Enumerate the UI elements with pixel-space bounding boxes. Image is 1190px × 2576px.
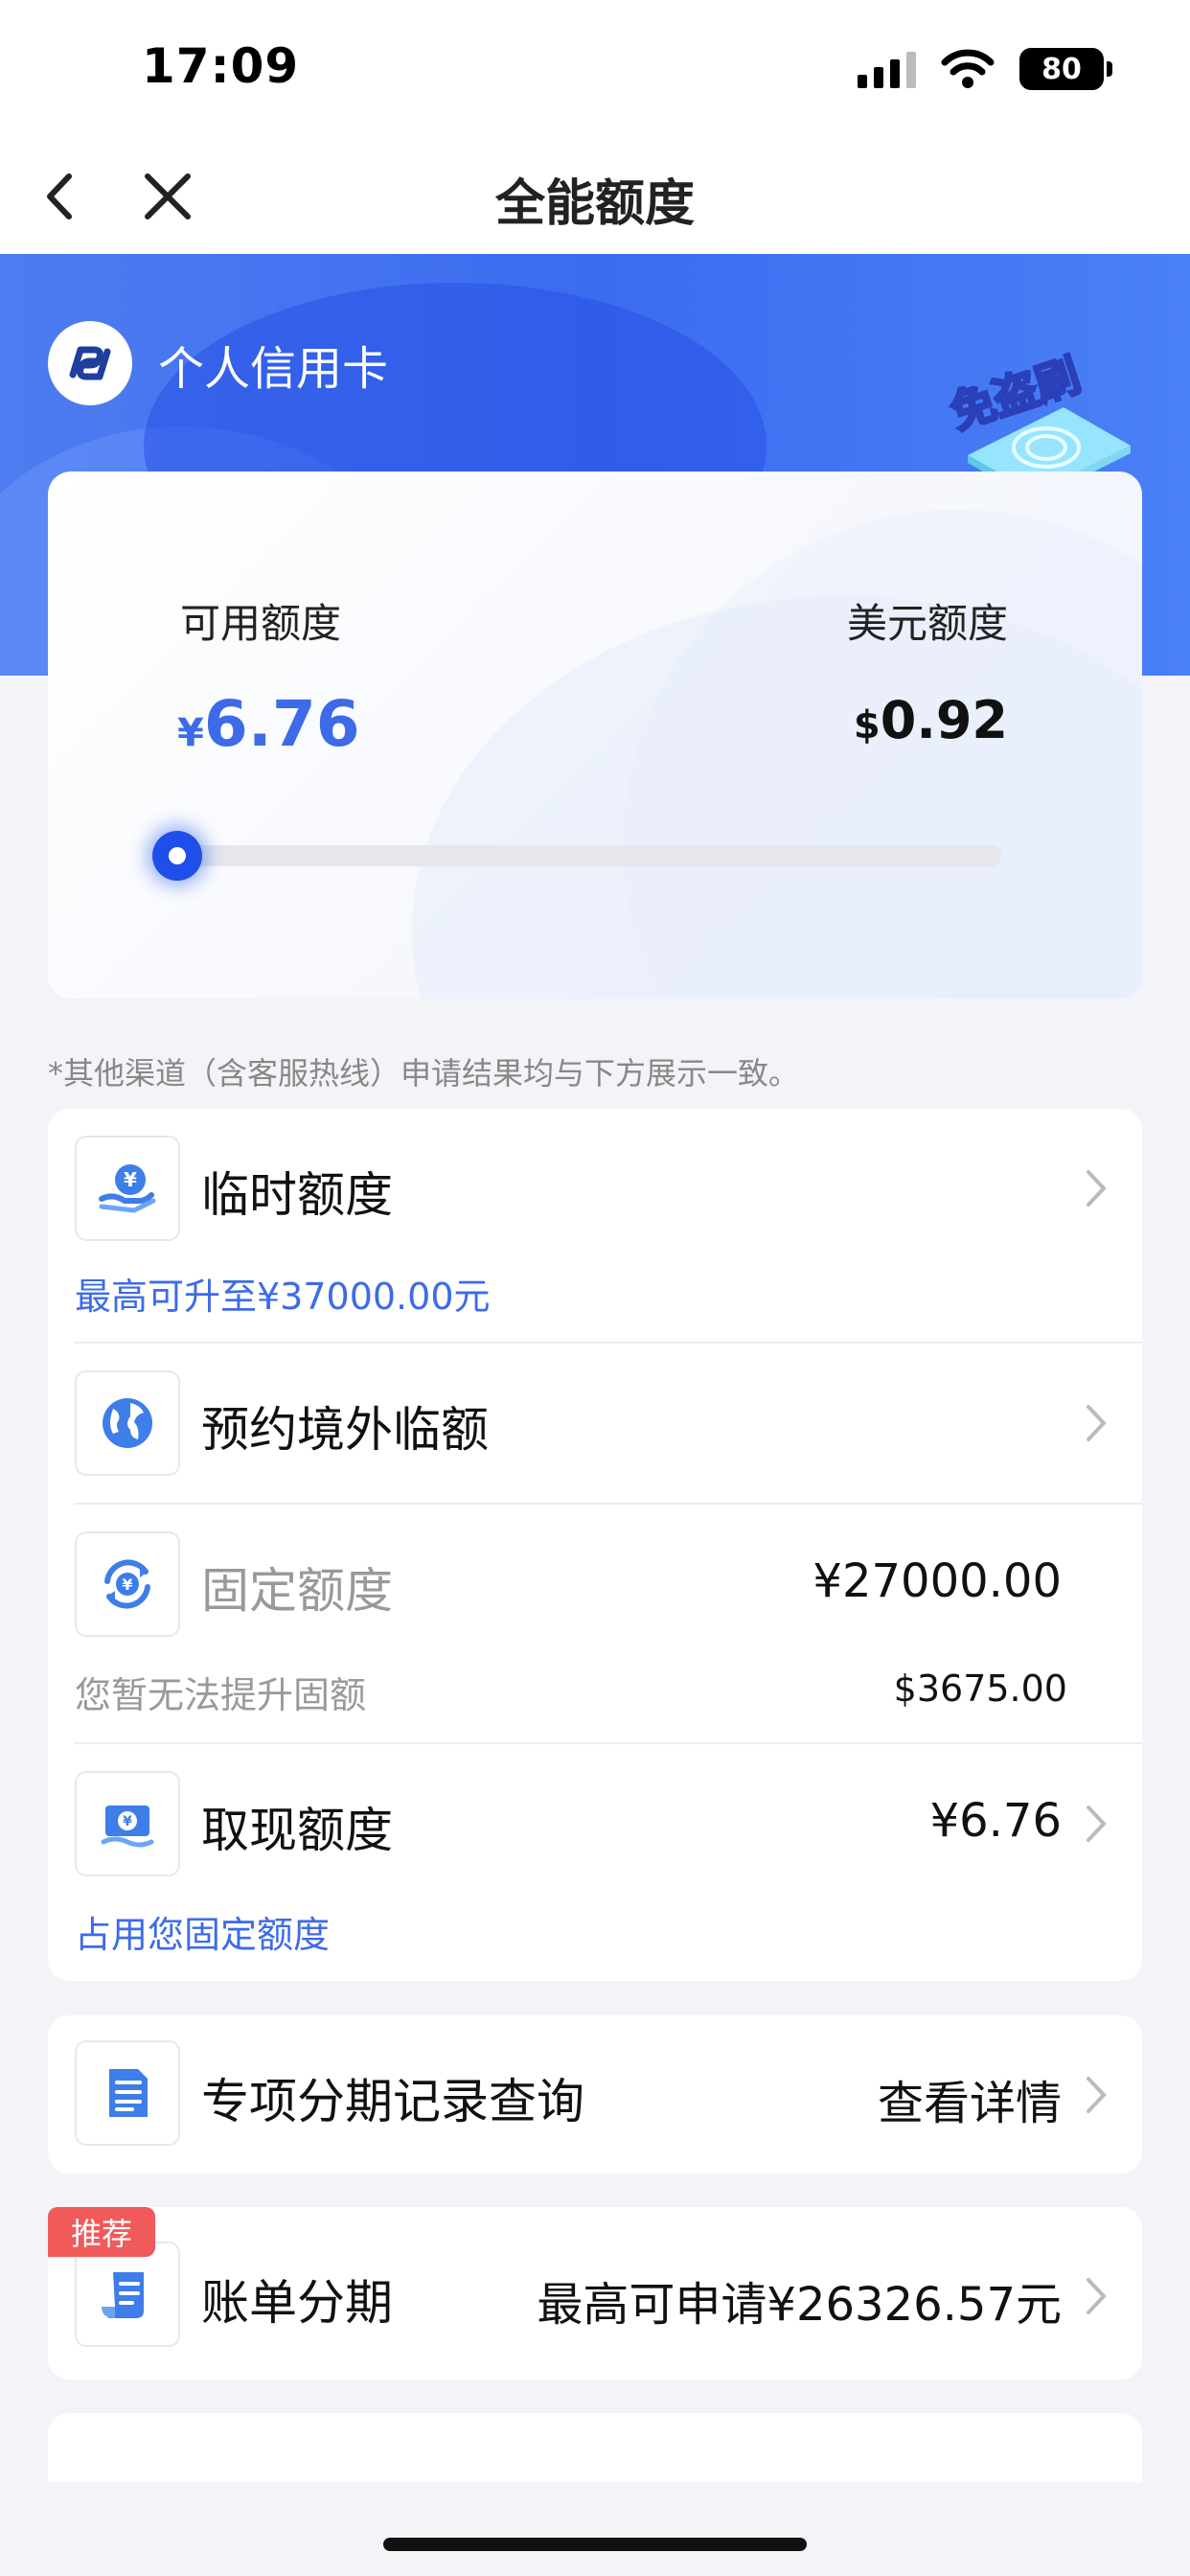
view-details-link[interactable]: 查看详情	[878, 2065, 1062, 2132]
limit-options-card: ¥ 临时额度 最高可升至¥37000.00元 预约境外临额 ¥ 固定额度 ¥27…	[48, 1109, 1142, 1981]
bank-logo-icon	[48, 321, 132, 405]
globe-icon	[75, 1370, 180, 1476]
status-bar: 17:09 80	[0, 0, 1190, 144]
installment-records-card[interactable]: 专项分期记录查询 查看详情	[48, 2015, 1142, 2174]
chevron-right-icon	[1087, 1806, 1107, 1842]
available-limit-amount: ¥6.76	[177, 687, 360, 761]
installment-records-title: 专项分期记录查询	[201, 2074, 584, 2129]
temp-limit-title: 临时额度	[201, 1167, 393, 1223]
bank-card-name: 个人信用卡	[158, 342, 389, 396]
nav-bar: 全能额度	[0, 144, 1190, 254]
chevron-right-icon	[1087, 1405, 1107, 1441]
fixed-limit-value: ¥27000.00	[812, 1554, 1062, 1608]
temp-limit-row[interactable]: ¥ 临时额度 最高可升至¥37000.00元	[48, 1109, 1142, 1344]
fixed-limit-row: ¥ 固定额度 ¥27000.00 您暂无法提升固额 $3675.00	[48, 1505, 1142, 1744]
cash-limit-title: 取现额度	[201, 1803, 393, 1858]
fixed-limit-usd-value: $3675.00	[893, 1668, 1067, 1710]
chevron-right-icon	[1087, 2278, 1107, 2314]
cash-limit-value: ¥6.76	[929, 1794, 1062, 1848]
limit-progress-bar	[177, 845, 1001, 866]
overseas-temp-limit-title: 预约境外临额	[201, 1402, 489, 1458]
battery-icon: 80	[1019, 48, 1112, 90]
temp-limit-subtitle: 最高可升至¥37000.00元	[75, 1276, 491, 1318]
overseas-temp-limit-row[interactable]: 预约境外临额	[48, 1344, 1142, 1505]
fixed-limit-subtitle: 您暂无法提升固额	[75, 1674, 367, 1716]
bill-installment-card[interactable]: 账单分期 最高可申请¥26326.57元	[48, 2207, 1142, 2380]
cash-limit-subtitle: 占用您固定额度	[75, 1914, 331, 1956]
fixed-limit-icon: ¥	[75, 1531, 180, 1637]
credit-limit-card: 可用额度 美元额度 ¥6.76 $0.92	[48, 472, 1142, 999]
usd-limit-amount: $0.92	[853, 690, 1008, 750]
page-title: 全能额度	[494, 175, 695, 233]
fixed-limit-title: 固定额度	[201, 1563, 393, 1619]
svg-text:¥: ¥	[122, 1576, 132, 1594]
usd-limit-label: 美元额度	[846, 600, 1008, 647]
temp-limit-icon: ¥	[75, 1136, 180, 1241]
channel-note: *其他渠道（含客服热线）申请结果均与下方展示一致。	[48, 1055, 800, 1092]
signal-icon	[858, 50, 916, 88]
bill-installment-value: 最高可申请¥26326.57元	[537, 2278, 1062, 2332]
bill-installment-title: 账单分期	[201, 2275, 393, 2331]
bottom-bar-area	[0, 2482, 1190, 2576]
available-limit-label: 可用额度	[180, 600, 342, 647]
svg-text:¥: ¥	[124, 1168, 137, 1191]
recommend-badge: 推荐	[48, 2207, 155, 2257]
status-icons: 80	[858, 48, 1112, 90]
cash-limit-icon: ¥	[75, 1771, 180, 1876]
home-indicator[interactable]	[383, 2538, 807, 2551]
status-time: 17:09	[142, 38, 300, 94]
svg-text:¥: ¥	[123, 1814, 132, 1829]
wifi-icon	[941, 49, 995, 88]
chevron-right-icon	[1087, 1170, 1107, 1207]
chevron-right-icon	[1087, 2077, 1107, 2113]
cash-limit-row[interactable]: ¥ 取现额度 ¥6.76 占用您固定额度	[48, 1744, 1142, 1981]
limit-progress-knob	[152, 831, 202, 881]
document-icon	[75, 2040, 180, 2146]
bill-installment-icon	[75, 2242, 180, 2347]
